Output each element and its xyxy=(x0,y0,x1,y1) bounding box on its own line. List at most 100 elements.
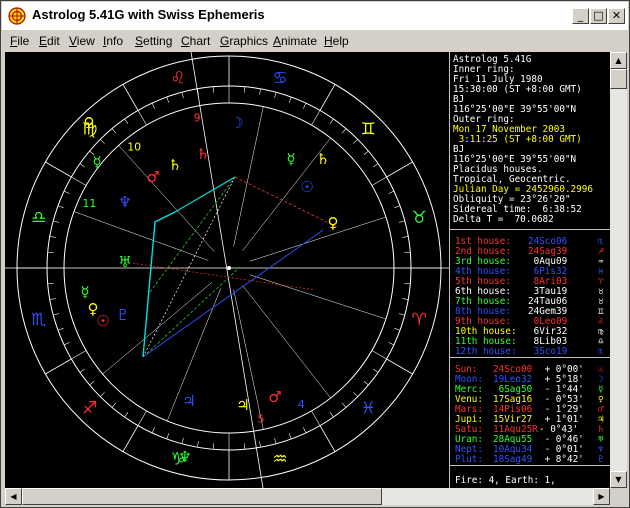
degree-tick xyxy=(353,392,358,397)
menu-view[interactable]: View xyxy=(69,34,95,48)
chart-planet-icon: ♂ xyxy=(146,168,159,186)
sign-divider xyxy=(319,84,336,111)
chart-planet-icon: ♂ xyxy=(268,388,281,406)
menu-animate[interactable]: Animate xyxy=(273,34,317,48)
zodiac-sign-icon: ♋ xyxy=(272,69,287,89)
menu-setting[interactable]: Setting xyxy=(135,34,172,48)
degree-tick xyxy=(151,102,155,109)
chart-planet-icon: ♄ xyxy=(196,145,209,163)
meridian-axis xyxy=(190,52,264,488)
degree-tick xyxy=(137,410,147,426)
degree-tick xyxy=(274,437,277,444)
degree-tick xyxy=(111,402,117,408)
maximize-button[interactable]: □ xyxy=(590,8,607,24)
scroll-left-button[interactable]: ◀ xyxy=(5,488,22,505)
degree-tick xyxy=(329,411,334,418)
size-grip[interactable] xyxy=(610,488,627,505)
minimize-button[interactable]: _ xyxy=(572,8,589,24)
scroll-right-button[interactable]: ▶ xyxy=(593,488,610,505)
degree-tick xyxy=(372,163,379,168)
sign-divider xyxy=(122,84,139,111)
menu-graphics[interactable]: Graphics xyxy=(220,34,268,48)
chart-planet-icon: ☿ xyxy=(80,283,89,301)
degree-tick xyxy=(363,150,369,156)
chart-planet-icon: ♅ xyxy=(118,253,131,271)
menu-info[interactable]: Info xyxy=(103,34,123,48)
degree-tick xyxy=(259,88,261,95)
menu-file[interactable]: File xyxy=(10,34,29,48)
house-cusp-line xyxy=(249,274,387,320)
info-line: 3:11:25 (ST +8:00 GMT) xyxy=(453,134,582,145)
sign-divider xyxy=(45,161,72,178)
menu-chart[interactable]: Chart xyxy=(181,34,210,48)
zodiac-sign-icon: ♌ xyxy=(170,69,185,89)
info-line: Delta T = 70.0682 xyxy=(453,214,554,225)
chart-canvas[interactable]: ♌ ♋ ♊ ♉ ♈ ♓ ♒ ♑ ♐ ♏ ♎ ♍ 9 10 11 4 5 ♂ ♄ ♄ ♀ ☿ ♆ ♅ ☿ ♀ ♇ ☉ ☽ ☿ ♄ ☉ ♀ ♃ ♃ ♂ ♆ … xyxy=(5,52,610,488)
vertical-scrollbar[interactable]: ▲ ▼ xyxy=(610,52,627,488)
chart-planet-icon: ♇ xyxy=(116,306,129,324)
degree-tick xyxy=(79,368,86,373)
degree-tick xyxy=(311,110,321,126)
degree-tick xyxy=(288,96,292,103)
degree-tick xyxy=(166,96,170,103)
degree-tick xyxy=(111,128,117,134)
degree-tick xyxy=(394,327,401,331)
degree-tick xyxy=(404,283,411,285)
zodiac-sign-icon: ♉ xyxy=(412,208,427,228)
degree-tick xyxy=(89,380,95,386)
zodiac-sign-icon: ♏ xyxy=(31,310,46,330)
degree-tick xyxy=(372,368,379,373)
house-number: 9 xyxy=(193,111,200,124)
chart-planet-icon: ♆ xyxy=(118,193,131,211)
aspect-line xyxy=(124,261,316,291)
chart-planet-icon: ☿ xyxy=(286,150,295,168)
degree-tick xyxy=(244,443,246,450)
scroll-down-button[interactable]: ▼ xyxy=(610,471,627,488)
chart-planet-icon: ♄ xyxy=(316,150,329,168)
horizontal-scrollbar[interactable]: ◀ ▶ xyxy=(5,488,610,505)
menu-help[interactable]: Help xyxy=(324,34,349,48)
degree-tick xyxy=(341,128,347,134)
degree-tick xyxy=(311,410,321,426)
info-separator-2 xyxy=(449,357,610,358)
degree-tick xyxy=(353,139,358,144)
sign-divider xyxy=(45,358,72,375)
degree-tick xyxy=(181,437,184,444)
house-number: 5 xyxy=(258,413,265,426)
house-cusp-line xyxy=(73,211,209,261)
planet-glyph-icon: ♇ xyxy=(598,454,604,465)
degree-tick xyxy=(363,380,369,386)
aspect-line xyxy=(142,266,241,358)
degree-tick xyxy=(71,350,87,360)
zodiac-sign-icon: ♓ xyxy=(361,398,376,418)
wheel-center xyxy=(227,266,231,270)
close-button[interactable]: ✕ xyxy=(608,8,625,24)
degree-tick xyxy=(402,298,409,300)
zodiac-sign-icon: ♏ xyxy=(598,346,604,357)
degree-tick xyxy=(259,441,261,448)
degree-tick xyxy=(329,118,334,125)
degree-tick xyxy=(371,176,387,186)
house-number: 10 xyxy=(127,141,141,154)
sign-divider xyxy=(386,358,413,375)
astro-wheel[interactable]: ♌ ♋♊♉♈♓♒♑♐♏♎♍9101145♂♄♄♀☿♆♅☿♀ ♇☉☽☿ ♄☉♀♃ ♃ ♂♆ xyxy=(5,52,449,488)
degree-tick xyxy=(398,313,405,316)
house-number: 11 xyxy=(82,197,96,210)
house-cusp-line xyxy=(242,285,331,399)
info-separator-3 xyxy=(449,465,610,466)
degree-tick xyxy=(274,92,277,99)
application-window: Astrolog 5.41G with Swiss Ephemeris _ □ … xyxy=(0,0,630,508)
aspect-line xyxy=(142,229,324,358)
zodiac-sign-icon: ♐ xyxy=(82,398,97,418)
degree-tick xyxy=(371,350,387,360)
vertical-scroll-thumb[interactable] xyxy=(610,69,627,89)
degree-tick xyxy=(388,342,395,346)
title-bar[interactable]: Astrolog 5.41G with Swiss Ephemeris _ □ … xyxy=(2,2,628,30)
horizontal-scroll-thumb[interactable] xyxy=(22,488,382,505)
scroll-up-button[interactable]: ▲ xyxy=(610,52,627,69)
zodiac-sign-icon: ♎ xyxy=(31,208,46,228)
menu-edit[interactable]: Edit xyxy=(39,34,60,48)
chart-planet-icon: ☿ xyxy=(92,153,101,171)
house-cusp-line xyxy=(102,281,213,375)
house-number: 4 xyxy=(298,398,305,411)
